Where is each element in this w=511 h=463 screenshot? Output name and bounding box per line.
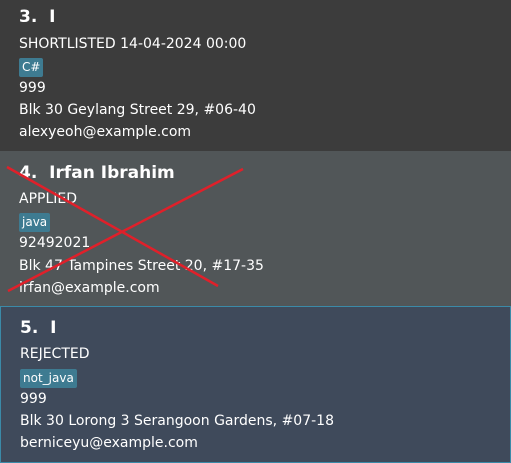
person-card[interactable]: 3. I SHORTLISTED 14-04-2024 00:00 C# 999… — [0, 0, 511, 151]
person-name: I — [49, 7, 56, 27]
person-tag: not_java — [20, 369, 77, 388]
person-address: Blk 30 Geylang Street 29, #06-40 — [19, 102, 256, 118]
person-address: Blk 30 Lorong 3 Serangoon Gardens, #07-1… — [20, 413, 334, 429]
person-phone: 92492021 — [19, 235, 91, 251]
person-phone: 999 — [19, 80, 46, 96]
person-name-row: 5. I — [20, 318, 56, 338]
person-index: 5. — [20, 318, 39, 338]
person-name-row: 3. I — [19, 7, 55, 27]
person-email: alexyeoh@example.com — [19, 124, 192, 140]
person-tag: C# — [19, 58, 44, 77]
person-index: 4. — [19, 163, 38, 183]
person-card-selected[interactable]: 5. I REJECTED not_java 999 Blk 30 Lorong… — [0, 306, 511, 463]
person-list[interactable]: 3. I SHORTLISTED 14-04-2024 00:00 C# 999… — [0, 0, 511, 463]
person-email: berniceyu@example.com — [20, 435, 198, 451]
person-tag: java — [19, 213, 51, 232]
person-name-row: 4. Irfan Ibrahim — [19, 163, 175, 183]
person-name: I — [50, 318, 57, 338]
person-address: Blk 47 Tampines Street 20, #17-35 — [19, 258, 264, 274]
person-status: SHORTLISTED 14-04-2024 00:00 — [19, 36, 247, 52]
person-index: 3. — [19, 7, 38, 27]
person-status: APPLIED — [19, 191, 78, 207]
person-phone: 999 — [20, 391, 47, 407]
person-status: REJECTED — [20, 346, 90, 362]
person-card[interactable]: 4. Irfan Ibrahim APPLIED java 92492021 B… — [0, 151, 511, 306]
person-name: Irfan Ibrahim — [49, 163, 175, 183]
person-email: irfan@example.com — [19, 280, 160, 296]
